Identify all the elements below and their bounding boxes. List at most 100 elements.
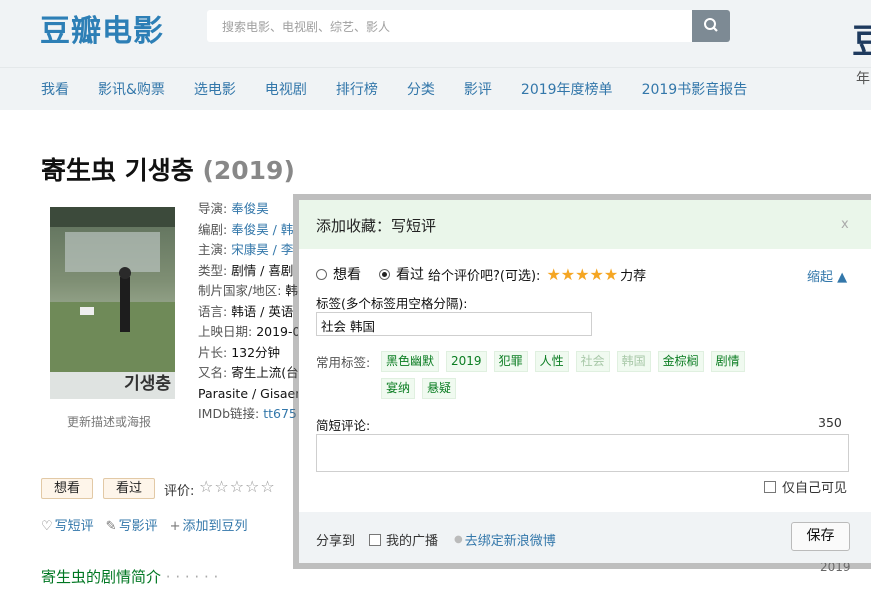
rating-stars[interactable]: ☆☆☆☆☆ <box>199 477 276 496</box>
rating-star-input[interactable]: ★★★★★ <box>546 265 618 284</box>
movie-year: (2019) <box>202 156 295 185</box>
info-value: 剧情 / 喜剧 <box>231 262 294 278</box>
common-tag[interactable]: 人性 <box>534 351 569 372</box>
dialog-header: 添加收藏：写短评 x <box>299 200 871 249</box>
info-label: 类型: <box>198 262 232 278</box>
common-tag[interactable]: 犯罪 <box>493 351 528 372</box>
rating-word: 力荐 <box>620 268 647 284</box>
info-value: 寄生上流(台 <box>231 365 298 380</box>
search-input[interactable]: 搜索电影、电视剧、综艺、影人 <box>207 10 692 42</box>
action-link[interactable]: ♡ 写短评 <box>41 515 94 534</box>
action-link[interactable]: + 添加到豆列 <box>170 515 248 534</box>
common-tag[interactable]: 韩国 <box>616 351 651 372</box>
broadcast-checkbox[interactable] <box>369 533 382 546</box>
info-value[interactable]: tt675 <box>263 406 297 421</box>
nav-item[interactable]: 排行榜 <box>336 79 378 99</box>
tag-input[interactable]: 社会 韩国 <box>316 312 592 336</box>
poster-caption: 기생충 <box>124 374 171 394</box>
info-value[interactable]: 奉俊昊 / 韩 <box>231 222 293 237</box>
plus-icon: + <box>169 519 181 534</box>
update-poster-link[interactable]: 更新描述或海报 <box>67 413 151 430</box>
movie-info: 导演: 奉俊昊 编剧: 奉俊昊 / 韩主演: 宋康昊 / 李类型: 剧情 / 喜剧… <box>198 199 298 425</box>
nav-item[interactable]: 2019书影音报告 <box>642 79 748 99</box>
common-tags: 黑色幽默 2019 犯罪 人性 社会 韩国 金棕榈 剧情宴纳 悬疑 <box>381 351 781 405</box>
synopsis-title: 寄生虫的剧情简介 <box>41 568 162 586</box>
info-label: 编剧: <box>198 221 232 237</box>
private-checkbox[interactable] <box>764 480 776 493</box>
info-label: 又名: <box>198 365 232 380</box>
poster-scene <box>50 207 175 372</box>
info-label: 片长: <box>198 344 232 360</box>
seen-radio-label[interactable]: 看过 <box>396 264 424 284</box>
common-tag[interactable]: 宴纳 <box>381 378 416 399</box>
info-row: 编剧: 奉俊昊 / 韩 <box>198 220 298 241</box>
common-tag[interactable]: 剧情 <box>710 351 745 372</box>
info-row: Parasite / Gisaen <box>198 384 298 405</box>
save-button[interactable]: 保存 <box>791 522 850 551</box>
info-value: 韩 <box>285 283 298 298</box>
bind-weibo-link[interactable]: 去绑定新浪微博 <box>465 530 556 549</box>
char-count: 350 <box>818 415 842 430</box>
private-label: 仅自己可见 <box>782 481 848 496</box>
share-label: 分享到 <box>316 534 356 549</box>
info-row: 片长: 132分钟 <box>198 343 298 364</box>
action-links: ♡ 写短评 ✎ 写影评 + 添加到豆列 <box>41 515 260 534</box>
info-row: 又名: 寄生上流(台 <box>198 363 298 384</box>
nav-item[interactable]: 2019年度榜单 <box>521 79 613 99</box>
nav-item[interactable]: 选电影 <box>194 79 236 99</box>
info-row: 语言: 韩语 / 英语 <box>198 302 298 323</box>
nav-item[interactable]: 影评 <box>464 79 492 99</box>
nav-item[interactable]: 影讯&购票 <box>98 79 165 99</box>
comment-icon: ♡ <box>41 519 53 534</box>
info-label: 制片国家/地区: <box>198 283 286 298</box>
rating-label: 评价: <box>164 484 195 499</box>
info-row: IMDb链接: tt675 <box>198 404 298 425</box>
info-value[interactable]: 奉俊昊 <box>231 201 269 216</box>
search-button[interactable] <box>692 10 730 42</box>
synopsis-dots: · · · · · · <box>165 568 219 586</box>
brand-logo-partial[interactable]: 豆 <box>852 14 871 63</box>
action-link[interactable]: ✎ 写影评 <box>106 515 158 534</box>
info-row: 导演: 奉俊昊 <box>198 199 298 220</box>
want-radio-label[interactable]: 想看 <box>333 264 361 284</box>
info-label: 主演: <box>198 242 232 257</box>
common-tag[interactable]: 金棕榈 <box>657 351 704 372</box>
common-tag[interactable]: 社会 <box>575 351 610 372</box>
info-row: 制片国家/地区: 韩 <box>198 281 298 302</box>
nav-item[interactable]: 分类 <box>407 79 435 99</box>
common-tag[interactable]: 2019 <box>446 351 487 372</box>
weibo-icon: ● <box>454 534 463 545</box>
want-radio[interactable] <box>316 268 327 280</box>
search-icon <box>704 18 718 32</box>
tag-label: 标签(多个标签用空格分隔): <box>316 296 468 311</box>
want-to-watch-button[interactable]: 想看 <box>41 478 93 499</box>
watched-button[interactable]: 看过 <box>103 478 155 499</box>
share-row: 分享到 我的广播 ● 去绑定新浪微博 <box>316 530 556 549</box>
info-value: Parasite / Gisaen <box>198 385 298 401</box>
movie-title: 寄生虫 기생충 <box>41 156 194 185</box>
poster-image <box>50 207 175 372</box>
info-label: 上映日期: <box>198 324 257 339</box>
nav-item[interactable]: 我看 <box>41 79 69 99</box>
common-tag[interactable]: 黑色幽默 <box>381 351 440 372</box>
douban-movie-logo[interactable]: 豆瓣电影 <box>40 6 164 50</box>
synopsis-heading: 寄生虫的剧情简介 · · · · · · <box>41 566 218 587</box>
close-icon[interactable]: x <box>841 217 849 232</box>
private-option[interactable]: 仅自己可见 <box>764 477 847 496</box>
info-label: IMDb链接: <box>198 406 264 421</box>
top-header: 豆瓣电影 搜索电影、电视剧、综艺、影人 豆 年 我看 影讯&购票 选电影 电视剧 排行榜… <box>0 0 871 110</box>
seen-radio[interactable] <box>379 268 390 280</box>
status-row: 想看 看过 给个评价吧?(可选): ★★★★★ 力荐 <box>316 264 646 284</box>
info-row: 类型: 剧情 / 喜剧 <box>198 261 298 282</box>
nav-item[interactable]: 电视剧 <box>265 79 307 99</box>
main-nav: 我看 影讯&购票 选电影 电视剧 排行榜 分类 影评 2019年度榜单 2019书影音报告 <box>41 79 776 99</box>
comment-textarea[interactable] <box>316 434 849 472</box>
movie-poster[interactable]: 기생충 <box>50 207 175 399</box>
page-title: 寄生虫 기생충 (2019) <box>41 151 295 187</box>
nav-divider <box>0 67 871 68</box>
collapse-link[interactable]: 缩起 ▲ <box>807 266 847 285</box>
info-value[interactable]: 宋康昊 / 李 <box>231 242 293 257</box>
add-collection-dialog: 添加收藏：写短评 x 想看 看过 给个评价吧?(可选): ★★★★★ 力荐 缩起… <box>299 200 871 563</box>
common-tag[interactable]: 悬疑 <box>422 378 457 399</box>
pencil-icon: ✎ <box>105 519 117 534</box>
